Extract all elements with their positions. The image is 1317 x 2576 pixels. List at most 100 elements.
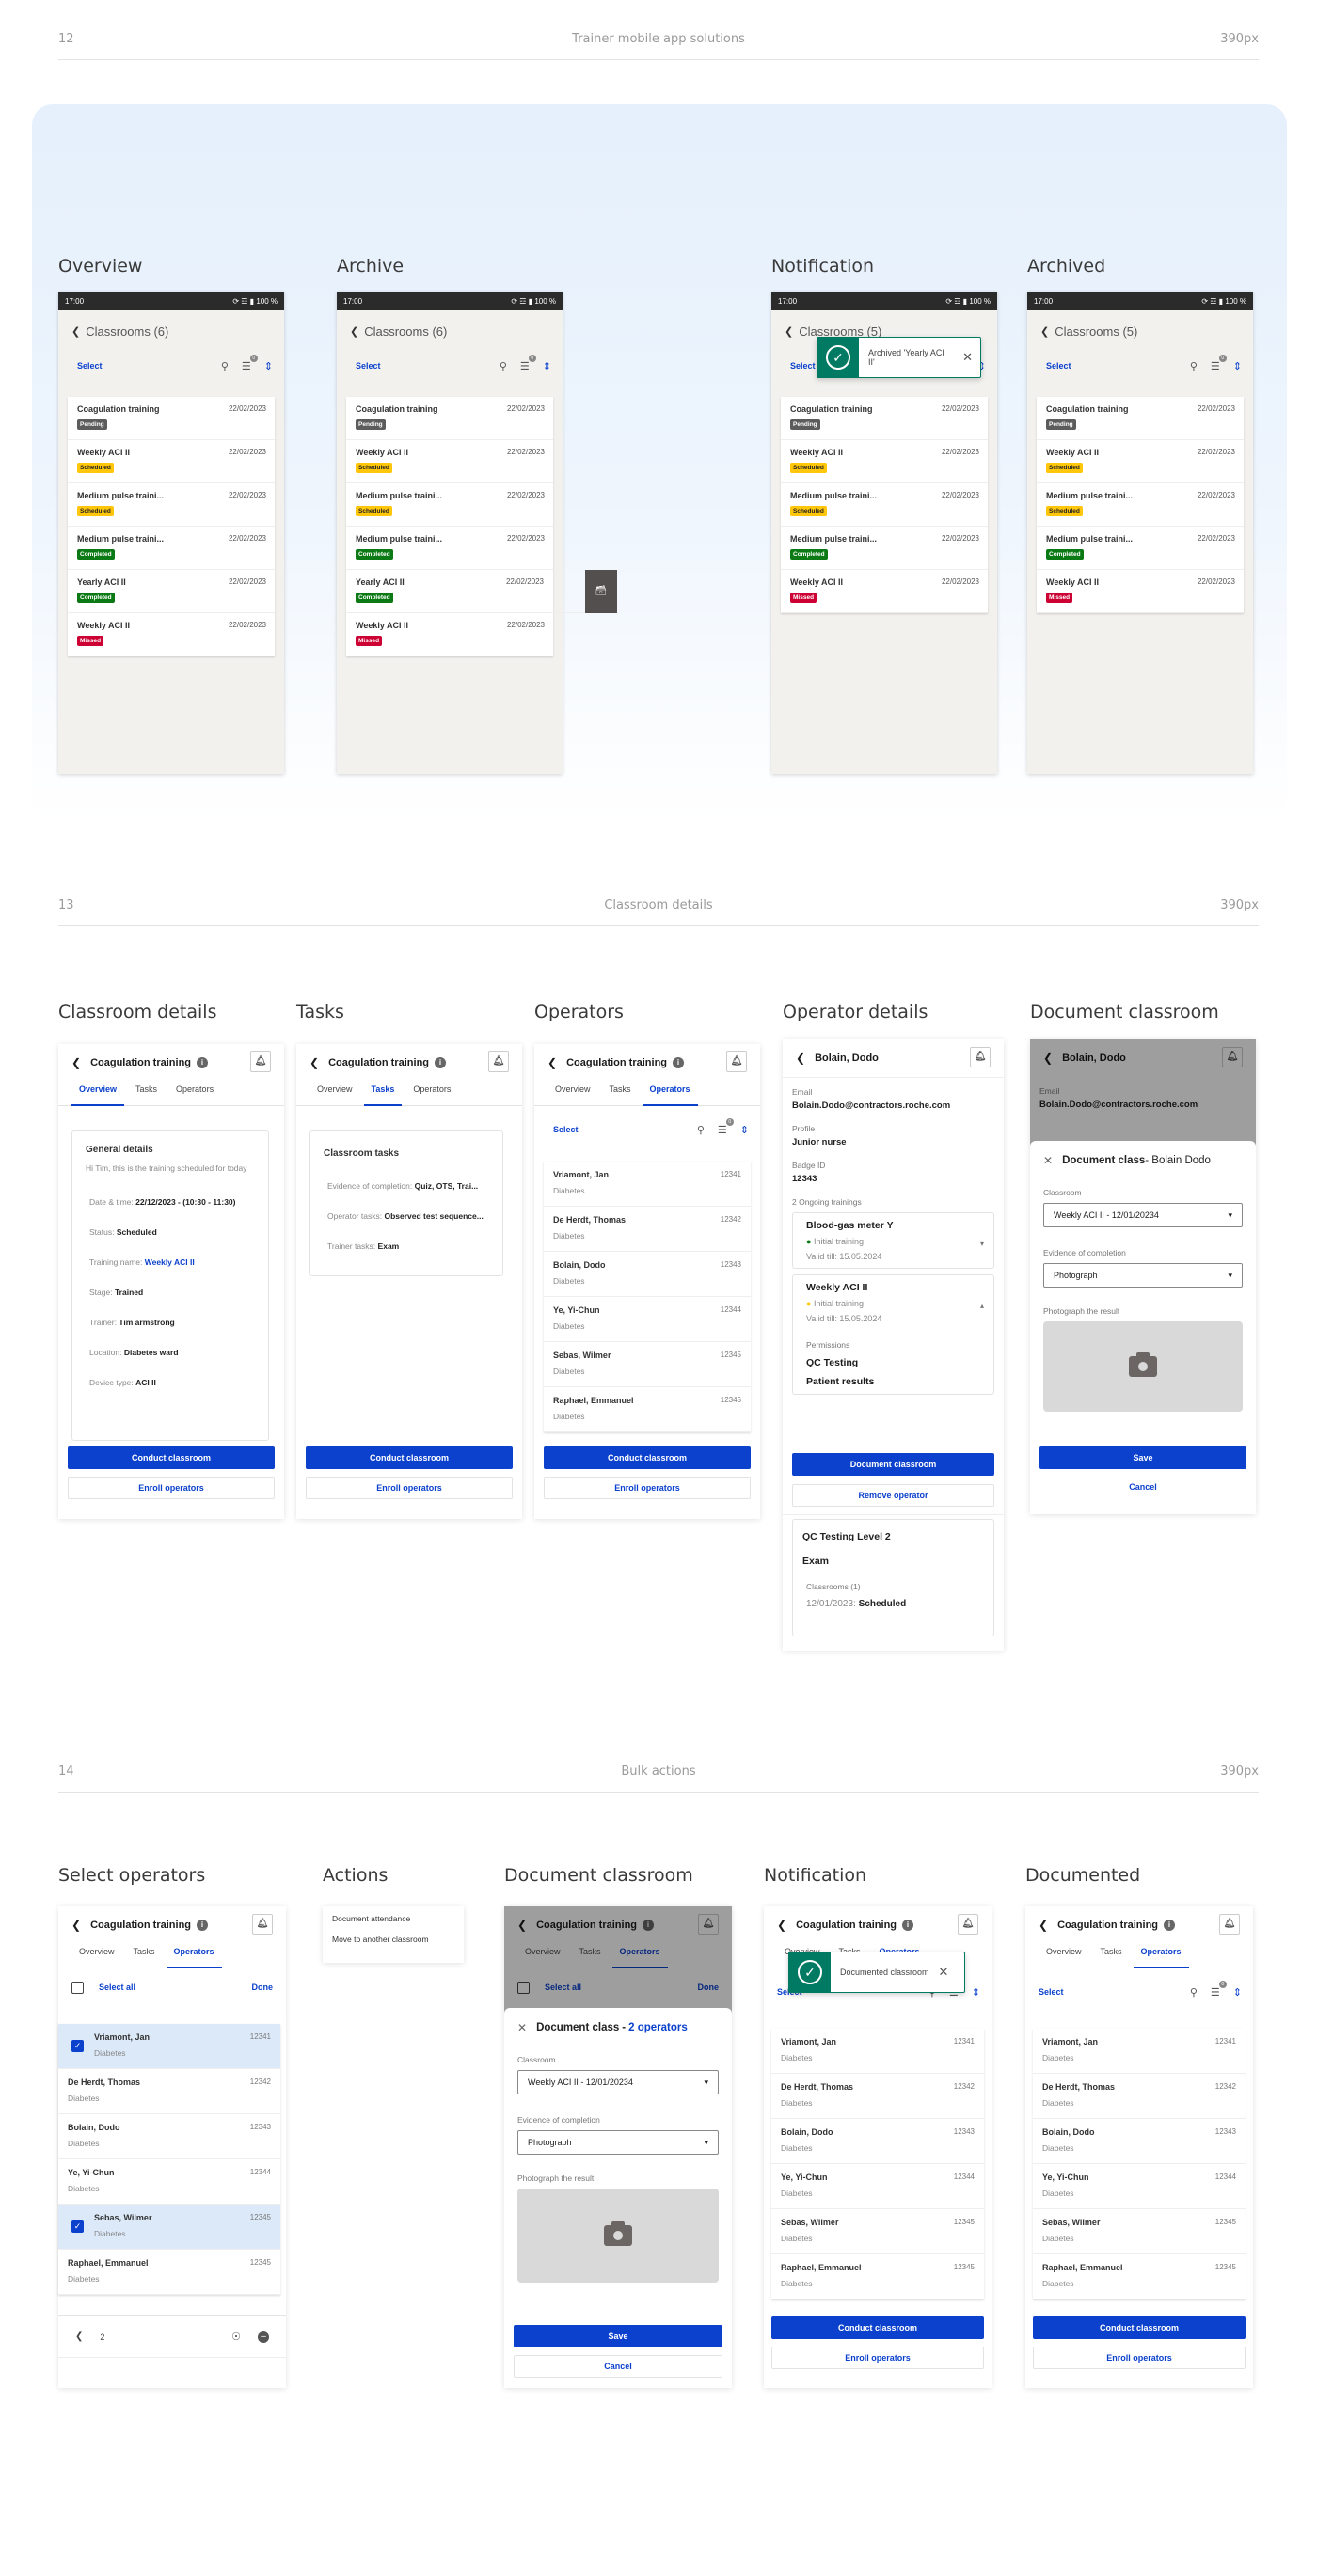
tab-operators[interactable]: Operators	[642, 1082, 698, 1106]
operator-list-item[interactable]: Bolain, Dodo Diabetes 12343	[544, 1252, 751, 1297]
conduct-classroom-button[interactable]: Conduct classroom	[1033, 2316, 1246, 2339]
operator-list-item[interactable]: Raphael, Emmanuel Diabetes 12345	[771, 2254, 984, 2299]
classroom-list-item[interactable]: Coagulation training 22/02/2023 Pending	[68, 397, 275, 440]
tab-overview[interactable]: Overview	[71, 1944, 122, 1968]
tab-tasks[interactable]: Tasks	[1093, 1944, 1130, 1968]
training-accordion[interactable]: Weekly ACI II ● Initial training Valid t…	[792, 1274, 994, 1395]
chevron-up-icon[interactable]: ▴	[980, 1302, 984, 1310]
cancel-button[interactable]: Cancel	[514, 2355, 722, 2378]
close-icon[interactable]: ✕	[939, 1952, 957, 1992]
conduct-classroom-button[interactable]: Conduct classroom	[544, 1446, 751, 1469]
operator-list-item[interactable]: Bolain, Dodo Diabetes 12343	[771, 2119, 984, 2164]
menu-item-move-classroom[interactable]: Move to another classroom	[332, 1935, 454, 1944]
done-link[interactable]: Done	[252, 1983, 274, 1992]
search-icon[interactable]: ⚲	[1190, 360, 1198, 372]
search-icon[interactable]: ⚲	[1190, 1986, 1198, 1999]
info-icon[interactable]: i	[435, 1057, 447, 1068]
back-icon[interactable]: ❮	[1039, 1919, 1048, 1932]
tab-overview[interactable]: Overview	[1039, 1944, 1089, 1968]
select-link[interactable]: Select	[553, 1125, 684, 1134]
tab-overview[interactable]: Overview	[71, 1082, 125, 1106]
filter-icon[interactable]: ☰0	[242, 354, 258, 372]
conduct-classroom-button[interactable]: Conduct classroom	[68, 1446, 275, 1469]
operator-list-item[interactable]: Raphael, Emmanuel Diabetes 12345	[1033, 2254, 1246, 2299]
operator-list-item[interactable]: Bolain, Dodo Diabetes 12343	[58, 2114, 280, 2159]
classroom-list-item[interactable]: Weekly ACI II 22/02/2023 Scheduled	[781, 440, 988, 483]
operator-list-item[interactable]: Ye, Yi-Chun Diabetes 12344	[771, 2164, 984, 2209]
cancel-button[interactable]: Cancel	[1039, 1477, 1246, 1499]
classroom-list-item[interactable]: Weekly ACI II 22/02/2023 Missed	[1037, 570, 1244, 613]
classroom-list-item[interactable]: Weekly ACI II 22/02/2023 Missed	[781, 570, 988, 613]
operator-list-item[interactable]: De Herdt, Thomas Diabetes 12342	[544, 1207, 751, 1252]
select-link[interactable]: Select	[356, 361, 486, 371]
operator-list-item[interactable]: Vriamont, Jan Diabetes 12341	[1033, 2029, 1246, 2074]
photo-capture-area[interactable]	[1043, 1321, 1243, 1412]
enroll-operators-button[interactable]: Enroll operators	[68, 1477, 275, 1499]
select-all-checkbox[interactable]	[71, 1981, 84, 1994]
chevron-down-icon[interactable]: ▾	[980, 1240, 984, 1248]
conduct-classroom-button[interactable]: Conduct classroom	[771, 2316, 984, 2339]
tab-overview[interactable]: Overview	[547, 1082, 598, 1105]
training-accordion[interactable]: Blood-gas meter Y ● Initial training Val…	[792, 1212, 994, 1269]
filter-icon[interactable]: ☰0	[1211, 354, 1227, 372]
enroll-operators-button[interactable]: Enroll operators	[544, 1477, 751, 1499]
enroll-operators-button[interactable]: Enroll operators	[771, 2347, 984, 2369]
document-classroom-button[interactable]: Document classroom	[792, 1453, 994, 1476]
info-icon[interactable]: i	[902, 1920, 914, 1931]
conduct-classroom-button[interactable]: Conduct classroom	[306, 1446, 513, 1469]
operator-list-item[interactable]: Bolain, Dodo Diabetes 12343	[1033, 2119, 1246, 2164]
close-icon[interactable]: ✕	[1043, 1154, 1053, 1167]
close-icon[interactable]: ✕	[517, 2021, 527, 2034]
save-button[interactable]: Save	[514, 2325, 722, 2347]
tab-operators[interactable]: Operators	[166, 1944, 222, 1968]
back-icon[interactable]: ❮	[785, 325, 793, 338]
classroom-list-item[interactable]: Weekly ACI II 22/02/2023 Missed	[346, 613, 553, 656]
remove-icon[interactable]: –	[258, 2331, 269, 2343]
back-icon[interactable]: ❮	[547, 1056, 557, 1069]
back-icon[interactable]: ❮	[71, 1056, 81, 1069]
tab-operators[interactable]: Operators	[168, 1082, 221, 1105]
bell-icon[interactable]: 🔔︎	[488, 1051, 509, 1072]
filter-icon[interactable]: ☰0	[520, 354, 536, 372]
classroom-list-item[interactable]: Medium pulse traini... 22/02/2023 Comple…	[346, 527, 553, 570]
classroom-dropdown[interactable]: Weekly ACI II - 12/01/20234 ▾	[517, 2070, 719, 2094]
info-icon[interactable]: i	[673, 1057, 685, 1068]
operator-list-item[interactable]: Ye, Yi-Chun Diabetes 12344	[58, 2159, 280, 2205]
back-icon[interactable]: ❮	[777, 1919, 786, 1932]
tab-operators[interactable]: Operators	[1133, 1944, 1189, 1968]
sort-icon[interactable]: ⇕	[264, 360, 273, 372]
search-icon[interactable]: ⚲	[221, 360, 229, 372]
classroom-list-item[interactable]: Medium pulse traini... 22/02/2023 Schedu…	[1037, 483, 1244, 527]
select-link[interactable]: Select	[77, 361, 208, 371]
operator-list-item[interactable]: Sebas, Wilmer Diabetes 12345	[771, 2209, 984, 2254]
search-icon[interactable]: ⚲	[697, 1124, 705, 1136]
sort-icon[interactable]: ⇕	[972, 1986, 980, 1999]
classroom-list-item[interactable]: Medium pulse traini... 22/02/2023 Comple…	[781, 527, 988, 570]
classroom-list-item[interactable]: Coagulation training 22/02/2023 Pending	[1037, 397, 1244, 440]
back-icon[interactable]: ❮	[309, 1056, 319, 1069]
close-icon[interactable]: ✕	[962, 338, 980, 377]
back-icon[interactable]: ❮	[71, 325, 80, 338]
back-icon[interactable]: ❮	[75, 2331, 83, 2342]
sort-icon[interactable]: ⇕	[1233, 360, 1242, 372]
select-link[interactable]: Select	[1046, 361, 1177, 371]
classroom-list-item[interactable]: Weekly ACI II 22/02/2023 Scheduled	[1037, 440, 1244, 483]
enroll-operators-button[interactable]: Enroll operators	[1033, 2347, 1246, 2369]
operator-list-item[interactable]: ✓ Vriamont, Jan Diabetes 12341	[58, 2024, 280, 2069]
operator-list-item[interactable]: Vriamont, Jan Diabetes 12341	[771, 2029, 984, 2074]
tab-operators[interactable]: Operators	[405, 1082, 458, 1105]
operator-list-item[interactable]: Sebas, Wilmer Diabetes 12345	[1033, 2209, 1246, 2254]
filter-icon[interactable]: ☰0	[718, 1117, 734, 1136]
classroom-dropdown[interactable]: Weekly ACI II - 12/01/20234 ▾	[1043, 1203, 1243, 1227]
search-icon[interactable]: ⚲	[500, 360, 507, 372]
info-icon[interactable]: i	[197, 1057, 209, 1068]
classroom-list-item[interactable]: Weekly ACI II 22/02/2023 Missed	[68, 613, 275, 656]
bell-icon[interactable]: 🔔︎	[250, 1051, 271, 1072]
remove-operator-button[interactable]: Remove operator	[792, 1484, 994, 1507]
classroom-list-item[interactable]: Medium pulse traini... 22/02/2023 Comple…	[1037, 527, 1244, 570]
sort-icon[interactable]: ⇕	[740, 1124, 749, 1136]
checkbox-checked-icon[interactable]: ✓	[71, 2040, 84, 2052]
back-icon[interactable]: ❮	[1040, 325, 1049, 338]
menu-item-document-attendance[interactable]: Document attendance	[332, 1914, 454, 1935]
classroom-list-item[interactable]: Yearly ACI II 22/02/2023 Completed 🗃︎	[346, 570, 617, 613]
